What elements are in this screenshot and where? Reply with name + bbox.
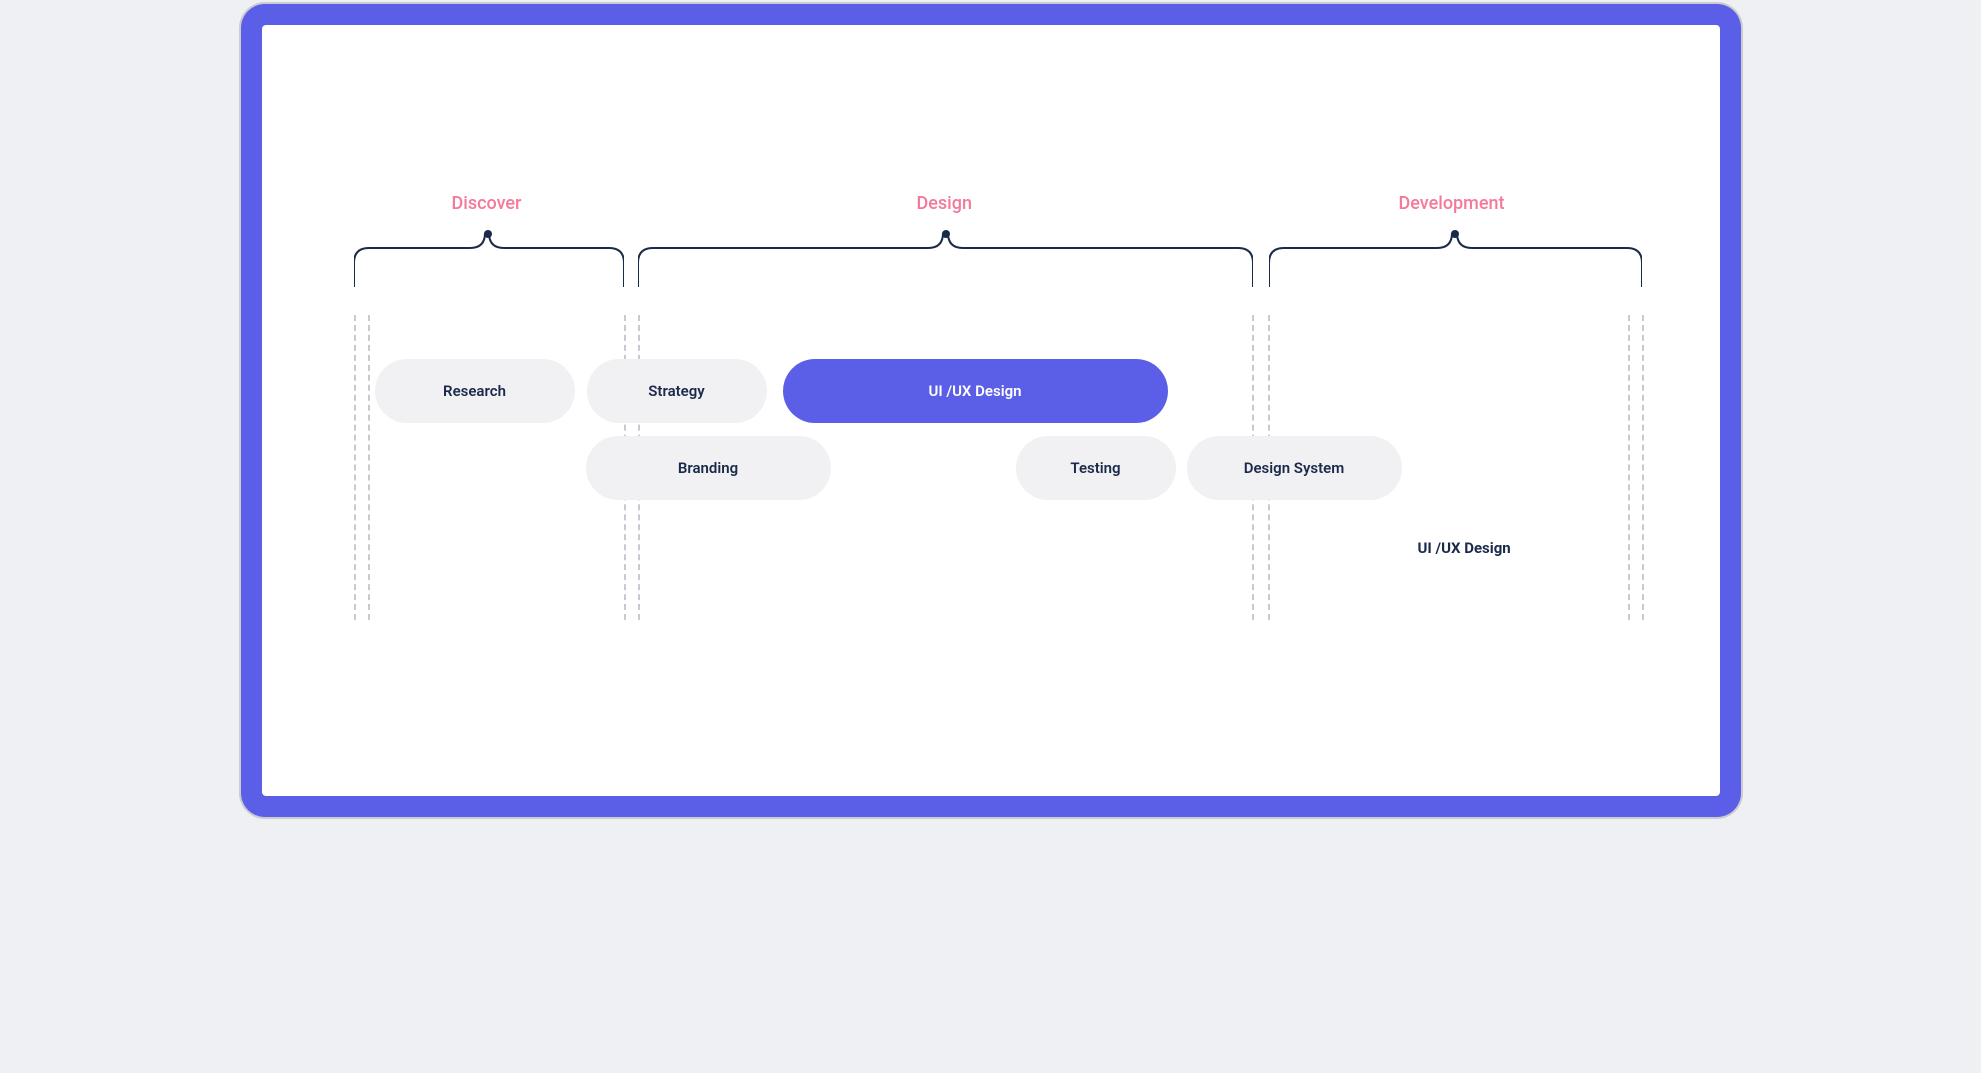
bracket-design-icon — [638, 233, 1253, 287]
bracket-development-icon — [1269, 233, 1642, 287]
canvas: Discover Design Development Research Str… — [262, 25, 1720, 796]
bracket-discover-icon — [354, 233, 624, 287]
activity-design-system: Design System — [1187, 436, 1402, 500]
phase-divider — [368, 315, 370, 620]
phase-divider — [1628, 315, 1630, 620]
phase-label-design: Design — [917, 193, 972, 214]
outer-frame: Discover Design Development Research Str… — [241, 4, 1741, 817]
activity-uiux-dev-label: UI /UX Design — [1418, 539, 1511, 557]
activity-research: Research — [375, 359, 575, 423]
phase-divider — [1642, 315, 1644, 620]
activity-branding: Branding — [586, 436, 831, 500]
phase-label-development: Development — [1399, 193, 1505, 214]
activity-uiux-design: UI /UX Design — [783, 359, 1168, 423]
activity-strategy: Strategy — [587, 359, 767, 423]
activity-testing: Testing — [1016, 436, 1176, 500]
phase-divider — [354, 315, 356, 620]
phase-label-discover: Discover — [452, 193, 522, 214]
